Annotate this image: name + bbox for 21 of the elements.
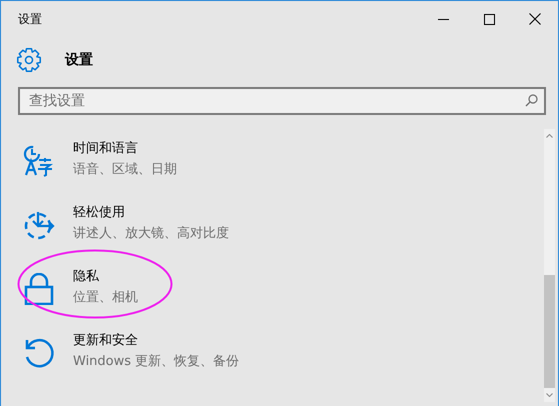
maximize-icon [484, 14, 494, 24]
page-title: 设置 [65, 51, 93, 69]
close-icon [529, 13, 541, 25]
dashed-circle-arrow-icon [23, 209, 55, 241]
category-title[interactable]: 更新和安全 [73, 331, 138, 351]
lock-icon [23, 273, 55, 305]
search-field[interactable]: 查找设置 [18, 87, 546, 115]
category-description: 位置、相机 [73, 289, 138, 307]
category-title[interactable]: 时间和语言 [73, 139, 138, 159]
category-title[interactable]: 隐私 [73, 267, 99, 287]
scrollbar[interactable] [544, 129, 555, 402]
search-icon [525, 94, 538, 107]
window-title: 设置 [17, 10, 43, 28]
settings-icon [17, 48, 41, 72]
category-description: Windows 更新、恢复、备份 [73, 353, 240, 371]
category-description: 讲述人、放大镜、高对比度 [73, 225, 229, 243]
circular-arrow-icon [23, 337, 55, 369]
clock-letter-icon [23, 145, 55, 177]
scroll-thumb[interactable] [544, 275, 555, 388]
category-title[interactable]: 轻松使用 [73, 203, 125, 223]
category-description: 语音、区域、日期 [73, 161, 177, 179]
